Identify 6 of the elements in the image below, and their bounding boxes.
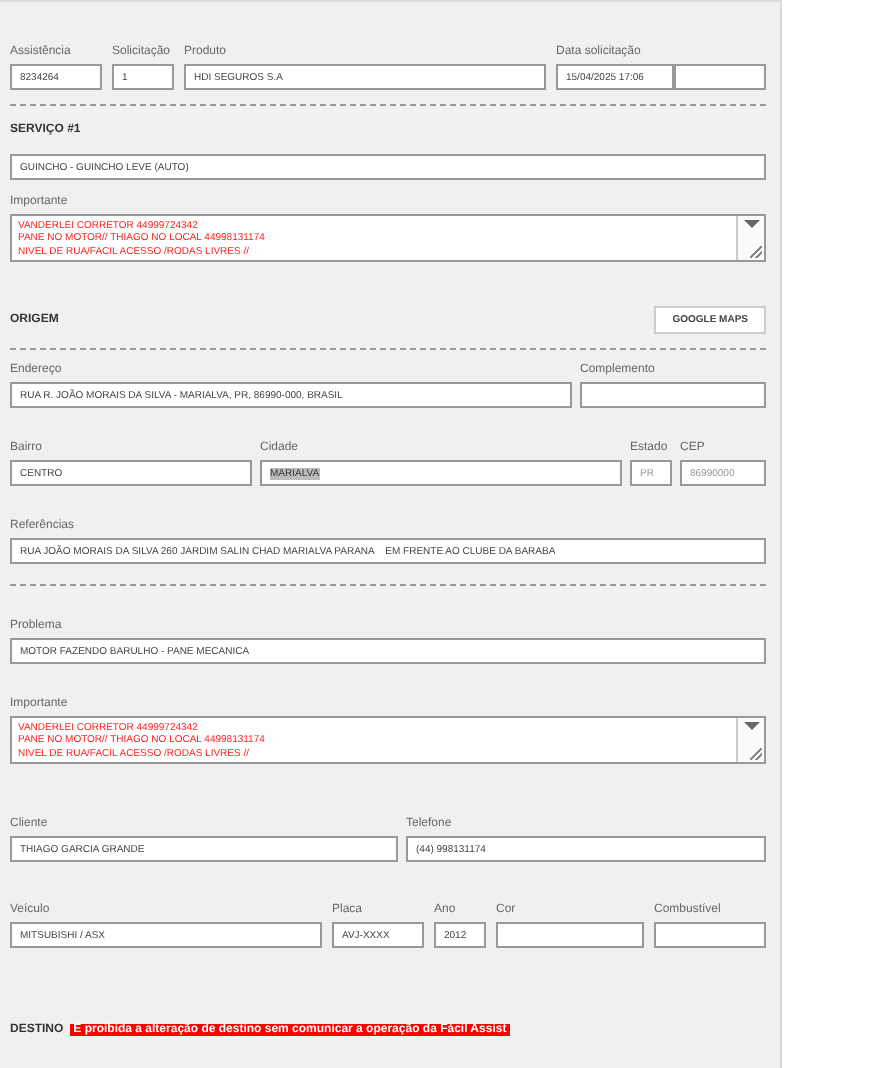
input-field[interactable]: [496, 922, 644, 948]
input-field[interactable]: [580, 382, 766, 408]
input-field[interactable]: [654, 922, 766, 948]
scrollbar[interactable]: [736, 718, 764, 762]
scrollbar[interactable]: [736, 216, 764, 260]
time-field[interactable]: [674, 64, 766, 90]
